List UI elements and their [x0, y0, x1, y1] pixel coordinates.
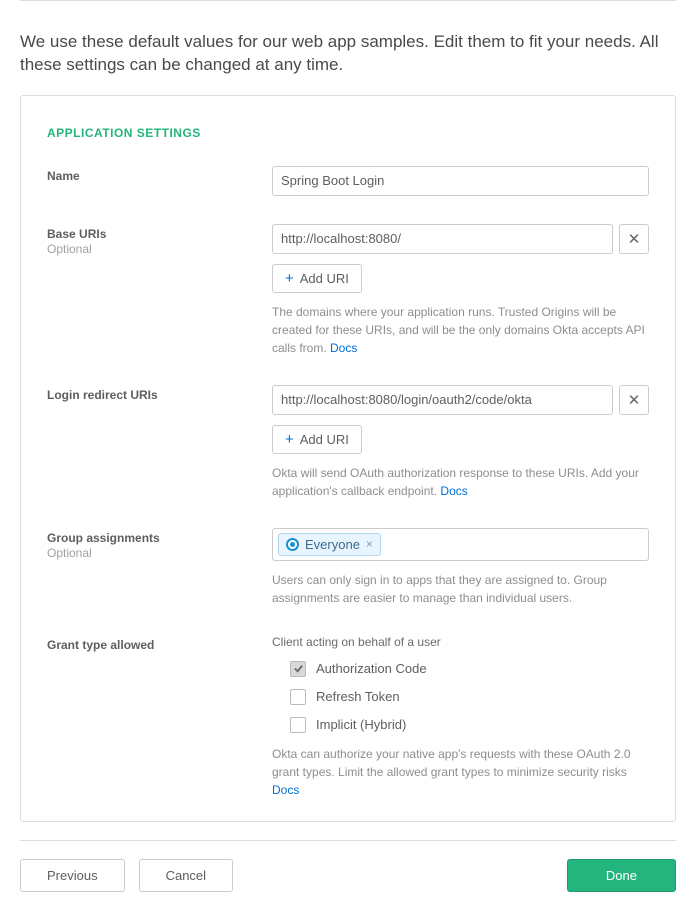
grant-option-label: Authorization Code	[316, 661, 427, 676]
grant-refresh-token-row[interactable]: Refresh Token	[290, 689, 649, 705]
groups-label: Group assignments	[47, 531, 272, 545]
grant-type-subheading: Client acting on behalf of a user	[272, 635, 649, 649]
checkbox-icon	[290, 717, 306, 733]
grant-auth-code-row[interactable]: Authorization Code	[290, 661, 649, 677]
login-redirect-remove-button[interactable]: ✕	[619, 385, 649, 415]
base-uris-sublabel: Optional	[47, 242, 272, 256]
grant-type-docs-link[interactable]: Docs	[272, 783, 299, 797]
base-uri-input[interactable]	[272, 224, 613, 254]
groups-sublabel: Optional	[47, 546, 272, 560]
plus-icon: +	[285, 432, 294, 447]
name-input[interactable]	[272, 166, 649, 196]
panel-title: APPLICATION SETTINGS	[47, 126, 649, 140]
group-tag-everyone[interactable]: Everyone ×	[278, 533, 381, 556]
name-label: Name	[47, 169, 272, 183]
groups-row: Group assignments Optional Everyone × Us…	[47, 528, 649, 607]
groups-helper: Users can only sign in to apps that they…	[272, 571, 649, 607]
name-row: Name	[47, 166, 649, 196]
login-redirect-helper: Okta will send OAuth authorization respo…	[272, 464, 649, 500]
grant-option-label: Refresh Token	[316, 689, 400, 704]
tag-remove-icon[interactable]: ×	[366, 537, 373, 551]
close-icon: ✕	[628, 391, 641, 409]
cancel-button[interactable]: Cancel	[139, 859, 233, 892]
login-redirect-row: Login redirect URIs ✕ + Add URI Okta wil…	[47, 385, 649, 500]
group-tag-label: Everyone	[305, 537, 360, 552]
add-base-uri-button[interactable]: + Add URI	[272, 264, 362, 293]
base-uris-label: Base URIs	[47, 227, 272, 241]
close-icon: ✕	[628, 230, 641, 248]
done-button[interactable]: Done	[567, 859, 676, 892]
radio-icon	[286, 538, 299, 551]
login-redirect-label: Login redirect URIs	[47, 388, 272, 402]
add-base-uri-label: Add URI	[300, 271, 349, 286]
base-uris-helper: The domains where your application runs.…	[272, 303, 649, 357]
checkbox-icon	[290, 661, 306, 677]
settings-panel: APPLICATION SETTINGS Name Base URIs Opti…	[20, 95, 676, 822]
checkbox-icon	[290, 689, 306, 705]
intro-text: We use these default values for our web …	[0, 1, 696, 95]
base-uris-docs-link[interactable]: Docs	[330, 341, 357, 355]
grant-option-label: Implicit (Hybrid)	[316, 717, 406, 732]
plus-icon: +	[285, 271, 294, 286]
grant-type-row: Grant type allowed Client acting on beha…	[47, 635, 649, 799]
grant-type-label: Grant type allowed	[47, 638, 272, 652]
add-login-redirect-button[interactable]: + Add URI	[272, 425, 362, 454]
base-uris-row: Base URIs Optional ✕ + Add URI The domai…	[47, 224, 649, 357]
footer-buttons: Previous Cancel Done	[0, 841, 696, 912]
grant-type-helper: Okta can authorize your native app's req…	[272, 745, 649, 799]
login-redirect-input[interactable]	[272, 385, 613, 415]
login-redirect-docs-link[interactable]: Docs	[440, 484, 467, 498]
groups-input[interactable]: Everyone ×	[272, 528, 649, 561]
previous-button[interactable]: Previous	[20, 859, 125, 892]
add-login-redirect-label: Add URI	[300, 432, 349, 447]
grant-implicit-row[interactable]: Implicit (Hybrid)	[290, 717, 649, 733]
base-uri-remove-button[interactable]: ✕	[619, 224, 649, 254]
